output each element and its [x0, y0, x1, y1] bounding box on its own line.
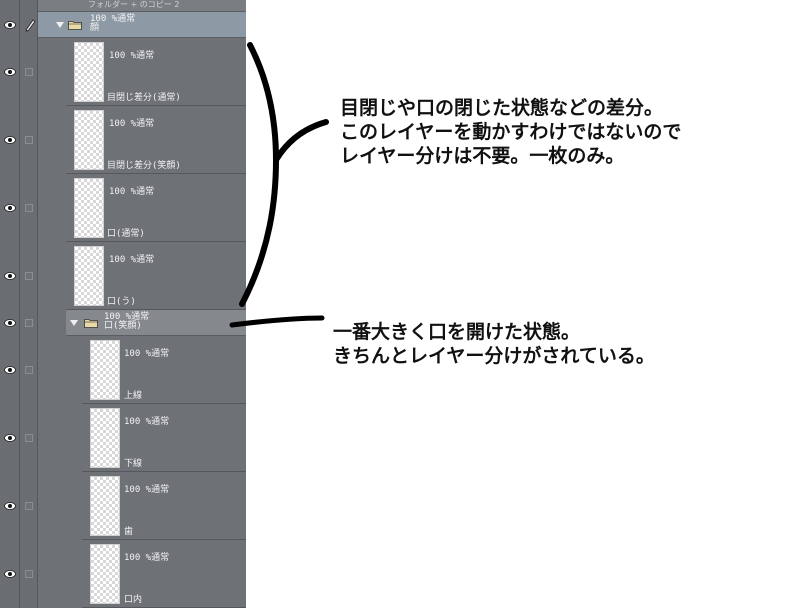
annotation-note-2: 一番大きく口を開けた状態。 きちんとレイヤー分けがされている。 — [333, 320, 655, 368]
layer-thumbnail — [74, 42, 104, 102]
layer-row[interactable]: 100 %通常 口(通常) — [0, 174, 246, 242]
folder-row-kuchi-egao[interactable]: 100 %通常 口(笑顔) — [0, 310, 246, 336]
eye-icon[interactable] — [4, 319, 16, 327]
expand-triangle-icon[interactable] — [70, 320, 78, 326]
lock-checkbox[interactable] — [25, 502, 33, 510]
layer-panel-top-strip: フォルダー + のコピー 2 — [38, 0, 246, 12]
expand-triangle-icon[interactable] — [56, 22, 64, 28]
layer-name: 口内 — [124, 595, 143, 605]
layer-thumbnail — [74, 246, 104, 306]
layer-name: 歯 — [124, 527, 134, 537]
note-line: レイヤー分けは不要。一枚のみ。 — [340, 145, 625, 167]
lock-checkbox[interactable] — [25, 272, 33, 280]
eye-icon[interactable] — [4, 366, 16, 374]
lock-checkbox[interactable] — [25, 136, 33, 144]
layer-blend-mode: 100 %通常 — [109, 255, 155, 265]
layer-row[interactable]: 100 %通常 上線 — [0, 336, 246, 404]
layer-row[interactable]: 100 %通常 口(う) — [0, 242, 246, 310]
layer-blend-mode: 100 %通常 — [124, 485, 170, 495]
folder-icon — [68, 21, 82, 30]
layer-name: 目閉じ差分(通常) — [107, 93, 181, 103]
lock-checkbox[interactable] — [25, 570, 33, 578]
layer-row[interactable]: 100 %通常 口内 — [0, 540, 246, 608]
note-line: きちんとレイヤー分けがされている。 — [333, 345, 655, 367]
eye-icon[interactable] — [4, 272, 16, 280]
lock-checkbox[interactable] — [25, 366, 33, 374]
layer-row[interactable]: 100 %通常 目閉じ差分(笑顔) — [0, 106, 246, 174]
layer-name: 下線 — [124, 459, 143, 469]
layer-thumbnail — [90, 544, 120, 604]
eye-icon[interactable] — [4, 21, 16, 29]
eye-icon[interactable] — [4, 502, 16, 510]
lock-checkbox[interactable] — [25, 68, 33, 76]
layer-thumbnail — [90, 408, 120, 468]
layer-name: 目閉じ差分(笑顔) — [107, 161, 181, 171]
eye-icon[interactable] — [4, 434, 16, 442]
eye-icon[interactable] — [4, 570, 16, 578]
eye-icon[interactable] — [4, 136, 16, 144]
layer-thumbnail — [90, 340, 120, 400]
note-line: 一番大きく口を開けた状態。 — [333, 321, 581, 343]
annotation-note-1: 目閉じや口の閉じた状態などの差分。 このレイヤーを動かすわけではないので レイヤ… — [340, 96, 681, 168]
layer-name: 上線 — [124, 391, 143, 401]
layer-row[interactable]: 100 %通常 歯 — [0, 472, 246, 540]
layer-thumbnail — [74, 178, 104, 238]
layer-name: 口(通常) — [107, 229, 145, 239]
note-line: 目閉じや口の閉じた状態などの差分。 — [340, 97, 664, 119]
layer-blend-mode: 100 %通常 — [124, 553, 170, 563]
folder-name: 口(笑顔) — [104, 321, 142, 331]
note-line: このレイヤーを動かすわけではないので — [340, 121, 682, 143]
pen-icon — [25, 19, 36, 32]
lock-checkbox[interactable] — [25, 204, 33, 212]
folder-name: 顔 — [90, 23, 100, 33]
layer-panel: フォルダー + のコピー 2 100 %通常 顔 100 %通常 目閉じ差分(通… — [0, 0, 246, 608]
eye-icon[interactable] — [4, 68, 16, 76]
layer-row[interactable]: 100 %通常 下線 — [0, 404, 246, 472]
layer-name: 口(う) — [107, 297, 136, 307]
layer-blend-mode: 100 %通常 — [109, 119, 155, 129]
eye-icon[interactable] — [4, 204, 16, 212]
layer-row[interactable]: 100 %通常 目閉じ差分(通常) — [0, 38, 246, 106]
lock-checkbox[interactable] — [25, 319, 33, 327]
layer-blend-mode: 100 %通常 — [124, 417, 170, 427]
layer-thumbnail — [90, 476, 120, 536]
lock-checkbox[interactable] — [25, 434, 33, 442]
brace-tip-stroke — [273, 119, 329, 163]
folder-icon — [84, 319, 98, 328]
layer-blend-mode: 100 %通常 — [109, 51, 155, 61]
curly-brace-stroke — [239, 42, 280, 307]
folder-row-kao[interactable]: 100 %通常 顔 — [0, 12, 246, 38]
layer-blend-mode: 100 %通常 — [124, 349, 170, 359]
layer-thumbnail — [74, 110, 104, 170]
layer-blend-mode: 100 %通常 — [109, 187, 155, 197]
